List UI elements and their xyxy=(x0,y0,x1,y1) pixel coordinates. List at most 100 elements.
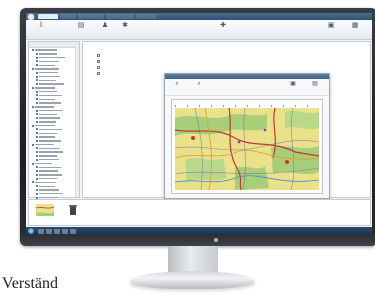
folder-icon xyxy=(36,60,38,63)
window-tab-bar xyxy=(26,13,372,21)
folder-icon xyxy=(36,166,38,169)
folder-icon xyxy=(36,83,38,86)
tree-item-label xyxy=(39,75,60,78)
folder-icon xyxy=(36,94,38,97)
thumbnail-document[interactable] xyxy=(63,203,83,221)
toolbar-button-4[interactable]: ✱ xyxy=(112,22,138,37)
tree-item-label xyxy=(35,68,59,70)
folder-icon xyxy=(36,109,38,112)
tree-item-label xyxy=(39,56,65,59)
tree-item-label xyxy=(39,117,60,119)
checkbox[interactable] xyxy=(97,71,100,75)
list-item[interactable] xyxy=(97,59,103,63)
person-icon: ♟ xyxy=(101,22,109,29)
toolbar-button-6[interactable]: ▣ xyxy=(318,22,344,37)
folder-icon xyxy=(36,173,38,176)
tree-item-label xyxy=(35,162,52,165)
tab-2[interactable] xyxy=(60,14,76,19)
tree-item-label xyxy=(39,193,63,195)
tree-item-label xyxy=(39,98,55,100)
tree-item-label xyxy=(39,79,56,82)
tree-item-label xyxy=(39,140,61,142)
list-item[interactable] xyxy=(97,71,103,75)
ribbon-toolbar: ⇩ ▤ ♟ ✱ ✚ ▣ ▦ xyxy=(26,20,372,40)
folder-icon xyxy=(36,52,38,55)
toolbar-button-1[interactable]: ⇩ xyxy=(28,22,54,37)
folder-icon xyxy=(36,192,38,195)
folder-icon xyxy=(32,162,34,165)
folder-icon xyxy=(36,170,38,173)
tree-panel-header xyxy=(29,42,79,48)
folder-icon xyxy=(32,124,34,127)
taskbar-app-icon[interactable] xyxy=(38,228,44,234)
tab-3[interactable] xyxy=(78,14,104,19)
tree-item-label xyxy=(35,143,54,146)
map-marker-icon xyxy=(263,128,267,132)
magnifier-plus-icon: ⌕ xyxy=(175,81,179,87)
tree-item-label xyxy=(39,83,64,85)
thumbnail-map[interactable] xyxy=(33,203,57,221)
start-button-icon[interactable] xyxy=(28,228,34,234)
map-marker-icon xyxy=(191,136,195,140)
tree-item-label xyxy=(39,155,57,157)
folder-icon xyxy=(36,120,38,123)
zoom-in-button[interactable]: ⌕ xyxy=(169,81,185,88)
navigation-tree-panel xyxy=(28,41,80,199)
tab-4[interactable] xyxy=(106,14,134,19)
tree-item-label xyxy=(35,49,57,51)
folder-icon xyxy=(36,64,38,67)
tree-rows xyxy=(29,48,79,199)
magnifier-minus-icon: ⌕ xyxy=(197,81,201,87)
tree-item-label xyxy=(39,64,55,66)
print-icon: ▣ xyxy=(327,22,335,29)
map-marker-icon xyxy=(237,140,241,144)
folder-icon xyxy=(36,98,38,101)
taskbar-app-icon[interactable] xyxy=(62,228,68,234)
taskbar-app-icon[interactable] xyxy=(54,228,60,234)
tree-item-label xyxy=(39,72,58,74)
add-icon: ✚ xyxy=(220,22,226,29)
power-led xyxy=(214,238,218,242)
viewer-save-button[interactable]: ▤ xyxy=(307,81,323,88)
document-icon: ▤ xyxy=(77,22,85,29)
folder-icon xyxy=(32,86,34,89)
folder-icon xyxy=(36,117,38,120)
list-item[interactable] xyxy=(97,53,103,57)
folder-icon xyxy=(36,188,38,191)
tree-item-label xyxy=(39,177,57,180)
map-image[interactable] xyxy=(175,108,319,190)
folder-icon xyxy=(36,154,38,157)
map-marker-icon xyxy=(285,160,289,164)
taskbar-app-icon[interactable] xyxy=(46,228,52,234)
folder-icon xyxy=(36,79,38,82)
tree-item-label xyxy=(39,159,59,161)
folder-icon xyxy=(36,185,38,188)
save-icon: ▤ xyxy=(312,81,318,87)
tree-item-label xyxy=(39,121,56,123)
toolbar-button-7[interactable]: ▦ xyxy=(342,22,368,37)
folder-icon xyxy=(32,67,34,70)
checkbox[interactable] xyxy=(97,65,100,69)
caption-text: Verständ xyxy=(2,275,58,292)
tree-item-label xyxy=(39,189,59,191)
tree-item-label xyxy=(39,170,58,172)
zoom-out-button[interactable]: ⌕ xyxy=(191,81,207,88)
map-ruler xyxy=(175,105,319,107)
viewer-print-button[interactable]: ▣ xyxy=(285,81,301,88)
toolbar-button-5[interactable]: ✚ xyxy=(210,22,236,37)
checkbox[interactable] xyxy=(97,59,100,63)
map-viewer-dialog: ⌕ ⌕ ▣ ▤ xyxy=(164,73,330,199)
folder-icon xyxy=(36,56,38,59)
toolbar-button-2[interactable]: ▤ xyxy=(68,22,94,37)
list-item[interactable] xyxy=(97,65,103,69)
folder-icon xyxy=(36,151,38,154)
tab-5[interactable] xyxy=(136,14,156,19)
taskbar-app-icon[interactable] xyxy=(70,228,76,234)
tree-scrollbar[interactable] xyxy=(75,47,79,197)
tree-item-label xyxy=(39,90,57,93)
folder-icon xyxy=(32,143,34,146)
folder-icon xyxy=(36,147,38,150)
tab-1[interactable] xyxy=(38,14,58,19)
tree-item-label xyxy=(39,60,59,63)
checkbox[interactable] xyxy=(97,53,100,57)
